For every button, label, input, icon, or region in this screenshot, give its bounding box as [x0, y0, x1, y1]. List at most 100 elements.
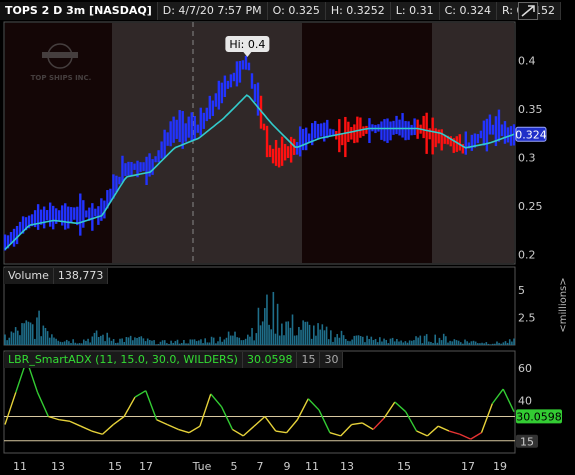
adx-segment: [188, 425, 201, 434]
session-band: [112, 23, 302, 263]
time-tick-label: 11: [13, 460, 27, 473]
adx-segment: [372, 417, 385, 430]
expand-chart-icon[interactable]: [518, 2, 538, 20]
time-tick-label: 5: [231, 460, 238, 473]
adx-segment: [502, 388, 515, 412]
session-band: [302, 23, 432, 263]
time-tick-label: Tue: [192, 460, 212, 473]
adx-segment: [264, 416, 277, 432]
adx-segment: [437, 425, 450, 432]
last-price-label: 0.324: [515, 128, 547, 141]
adx-segment: [480, 403, 493, 433]
adx-segment: [340, 424, 353, 437]
adx-segment: [296, 398, 309, 421]
time-tick-label: 13: [51, 460, 65, 473]
moving-average-line: [4, 94, 515, 251]
adx-level-badge: 15: [516, 434, 538, 449]
watermark-text: TOP SHIPS INC.: [31, 74, 92, 82]
adx-segment: [199, 393, 212, 427]
low-readout: L: 0.31: [390, 2, 440, 20]
last-price-badge: 0.324: [515, 126, 547, 142]
price-pane: TOP SHIPS INC. 0.4 0.35 0.3 0.25 0.2 Hi: 0.4…: [3, 21, 547, 265]
adx-segment: [178, 428, 190, 434]
time-tick-label: 19: [493, 460, 507, 473]
adx-segment: [102, 424, 114, 435]
adx-tick-label: 40: [518, 394, 532, 407]
adx-segment: [242, 425, 255, 437]
adx-value: 30.0598: [242, 352, 298, 368]
adx-segment: [156, 419, 168, 426]
adx-segment: [69, 420, 82, 427]
adx-segment: [167, 423, 179, 431]
chart-canvas: TOP SHIPS INC. 0.4 0.35 0.3 0.25 0.2 Hi: 0.4…: [3, 21, 569, 473]
adx-current-label: 30.0598: [516, 410, 562, 423]
price-tick-label: 0.4: [518, 55, 536, 68]
adx-segment: [253, 415, 266, 427]
adx-segment: [318, 409, 331, 433]
high-callout-pointer: [243, 52, 252, 57]
time-tick-label: 15: [397, 460, 411, 473]
time-tick-label: 7: [257, 460, 264, 473]
adx-segment: [134, 390, 147, 398]
adx-segment: [448, 430, 461, 435]
adx-segment: [470, 432, 482, 440]
adx-title: LBR_SmartADX (11, 15.0, 30.0, WILDERS): [4, 352, 243, 368]
adx-segment: [307, 398, 320, 411]
symbol-label[interactable]: TOPS 2 D 3m [NASDAQ]: [0, 2, 158, 20]
volume-tick-label: 2.5: [518, 312, 536, 325]
adx-segment: [491, 388, 504, 405]
volume-title: Volume: [4, 268, 54, 284]
price-tick-label: 0.2: [518, 248, 536, 261]
adx-tick-label: 60: [518, 362, 532, 375]
adx-segment: [426, 425, 439, 437]
price-tick-label: 0.35: [518, 103, 543, 116]
adx-segment: [112, 415, 125, 426]
session-band: [5, 23, 112, 263]
adx-segment: [329, 431, 341, 437]
adx-segment: [232, 428, 244, 437]
adx-segment: [210, 393, 223, 408]
time-tick-label: 9: [284, 460, 291, 473]
volume-value: 138,773: [53, 268, 109, 284]
adx-segment: [4, 392, 17, 425]
adx-segment: [394, 401, 407, 413]
price-pane-border: [3, 21, 516, 265]
adx-segment: [405, 411, 418, 432]
adx-segment: [80, 425, 92, 432]
adx-segment: [275, 430, 287, 434]
adx-segment: [383, 401, 396, 419]
time-tick-label: 11: [305, 460, 319, 473]
adx-segment: [362, 422, 374, 431]
adx-segment: [36, 392, 49, 417]
adx-legend[interactable]: LBR_SmartADX (11, 15.0, 30.0, WILDERS) 3…: [4, 352, 344, 368]
high-readout: H: 0.3252: [325, 2, 391, 20]
volume-legend[interactable]: Volume 138,773: [4, 268, 109, 284]
adx-segment: [459, 433, 471, 440]
time-tick-label: 17: [139, 460, 153, 473]
price-tick-label: 0.3: [518, 152, 536, 165]
adx-segment: [48, 415, 60, 421]
adx-level-label: 15: [520, 436, 534, 449]
high-callout-label: Hi: 0.4: [229, 38, 265, 51]
volume-tick-label: 5: [518, 284, 525, 297]
adx-segment: [220, 406, 234, 430]
adx-level1: 15: [297, 352, 321, 368]
date-readout: D: 4/7/20 7:57 PM: [157, 2, 268, 20]
price-tick-label: 0.25: [518, 200, 543, 213]
adx-segment: [145, 390, 158, 420]
close-readout: C: 0.324: [439, 2, 497, 20]
open-readout: O: 0.325: [267, 2, 326, 20]
time-tick-label: 17: [461, 460, 475, 473]
adx-segment: [91, 430, 103, 435]
time-axis: 11 13 15 17 Tue 5 7 9 11 13 15 17 19: [13, 460, 507, 473]
adx-segment: [416, 430, 428, 437]
adx-level2: 30: [320, 352, 344, 368]
high-callout: Hi: 0.4: [225, 36, 270, 57]
company-logo-watermark: TOP SHIPS INC.: [31, 43, 92, 82]
adx-current-badge: 30.0598: [516, 409, 562, 424]
time-tick-label: 15: [108, 460, 122, 473]
adx-segment: [286, 419, 298, 434]
adx-segment: [123, 396, 136, 417]
chart-header: TOPS 2 D 3m [NASDAQ] D: 4/7/20 7:57 PM O…: [0, 0, 561, 22]
volume-unit-label: <millions>: [558, 277, 569, 332]
